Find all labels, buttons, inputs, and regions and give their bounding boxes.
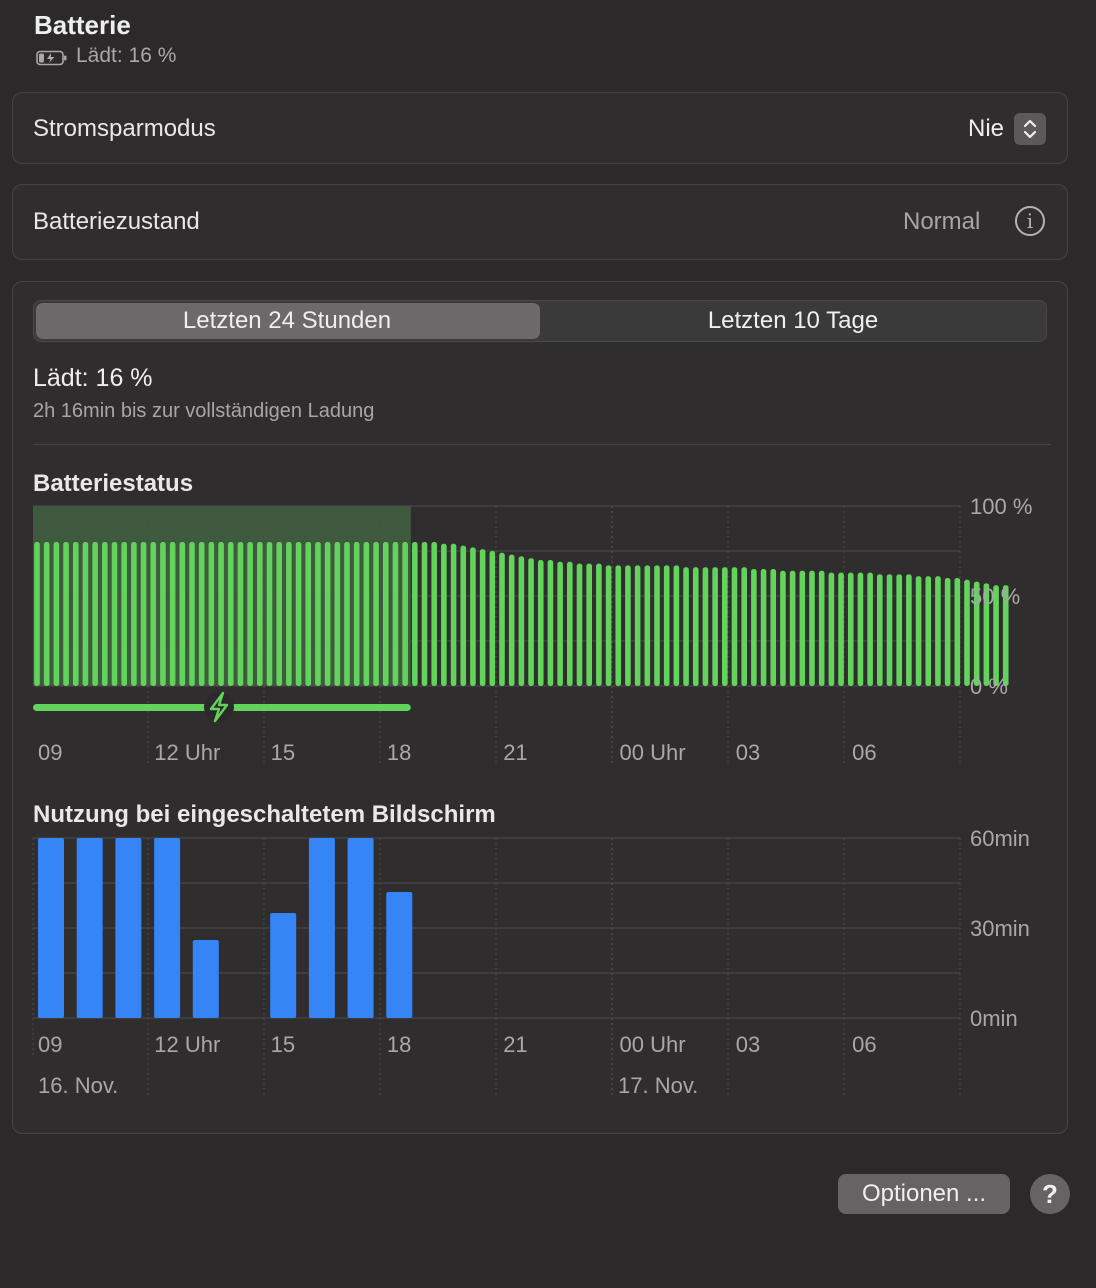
time-to-full: 2h 16min bis zur vollständigen Ladung <box>33 400 375 422</box>
battery-health-row: Batteriezustand Normal i <box>12 184 1068 260</box>
battery-status-summary: Lädt: 16 % <box>36 44 176 68</box>
power-mode-stepper[interactable] <box>1014 113 1046 145</box>
divider <box>33 444 1051 445</box>
screen-chart-title: Nutzung bei eingeschaltetem Bildschirm <box>33 801 496 828</box>
battery-health-label: Batteriezustand <box>33 208 200 235</box>
battery-chart-title: Batteriestatus <box>33 470 194 497</box>
help-button[interactable]: ? <box>1030 1174 1070 1214</box>
options-button-label: Optionen ... <box>861 1180 987 1207</box>
power-mode-label: Stromsparmodus <box>33 115 216 142</box>
time-range-segmented-control: Letzten 24 Stunden Letzten 10 Tage <box>33 300 1047 342</box>
tab-last-24-hours[interactable]: Letzten 24 Stunden <box>34 301 540 341</box>
battery-health-value: Normal <box>903 208 981 235</box>
tab-last-10-days[interactable]: Letzten 10 Tage <box>540 301 1046 341</box>
power-mode-row: Stromsparmodus Nie <box>12 92 1068 164</box>
power-mode-value[interactable]: Nie <box>968 115 1004 143</box>
usage-card: Letzten 24 Stunden Letzten 10 Tage Lädt:… <box>12 281 1068 1134</box>
options-button[interactable]: Optionen ... <box>838 1174 1010 1214</box>
chevron-updown-icon <box>1023 119 1037 139</box>
charge-status: Lädt: 16 % <box>33 364 153 392</box>
page-title: Batterie <box>34 10 131 40</box>
battery-charging-icon <box>36 48 68 66</box>
info-icon[interactable]: i <box>1015 206 1045 236</box>
battery-status-text: Lädt: 16 % <box>76 44 177 67</box>
